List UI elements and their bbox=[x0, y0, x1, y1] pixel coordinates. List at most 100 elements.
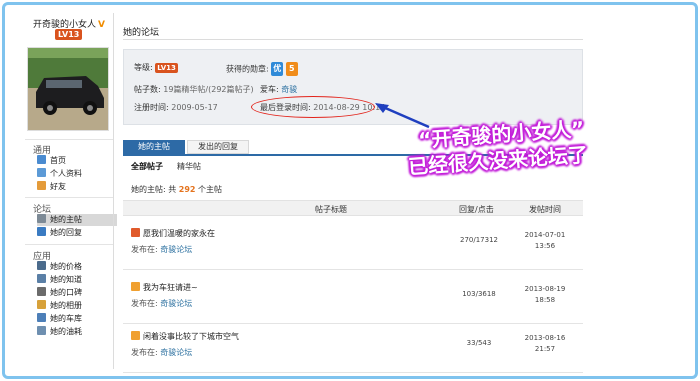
total-posts-count: (292篇帖子) bbox=[208, 85, 254, 94]
post-icon bbox=[131, 282, 140, 291]
excellent-medal-icon[interactable]: 优 bbox=[271, 62, 284, 76]
subtab-elite-posts[interactable]: 精华帖 bbox=[177, 161, 201, 172]
sidebar-item-profile[interactable]: 个人资料 bbox=[37, 168, 117, 180]
forum-link[interactable]: 奇骏论坛 bbox=[160, 299, 192, 308]
sidebar-item-label: 她的主帖 bbox=[50, 215, 82, 224]
sidebar-item-label: 她的车库 bbox=[50, 314, 82, 323]
post-date-time: 13:56 bbox=[534, 242, 556, 250]
car-link[interactable]: 奇骏 bbox=[281, 85, 297, 94]
post-date-day: 2013-08-16 bbox=[524, 334, 566, 342]
post-forum: 发布在: 奇骏论坛 bbox=[131, 298, 192, 309]
register-row: 注册时间: 2009-05-17 bbox=[134, 102, 218, 113]
post-title-text[interactable]: 愿我们温暖的家永在 bbox=[143, 229, 215, 238]
table-row: 闲着没事比较了下城市空气 发布在: 奇骏论坛 33/543 2013-08-16… bbox=[123, 319, 583, 373]
tab-my-posts[interactable]: 她的主帖 bbox=[123, 140, 185, 154]
posts-label: 帖子数: bbox=[134, 85, 161, 94]
sidebar-item-reputation[interactable]: 她的口碑 bbox=[37, 287, 117, 299]
column-header-date: 发帖时间 bbox=[529, 205, 561, 214]
post-title[interactable]: 我为车狂请进~ bbox=[131, 282, 198, 293]
sidebar-item-album[interactable]: 她的相册 bbox=[37, 300, 117, 312]
subtab-all-posts[interactable]: 全部帖子 bbox=[131, 161, 163, 172]
post-forum: 发布在: 奇骏论坛 bbox=[131, 244, 192, 255]
post-title-text[interactable]: 我为车狂请进~ bbox=[143, 283, 198, 292]
medals-row: 获得的勋章: 优 5 bbox=[226, 62, 298, 76]
sidebar-item-label: 好友 bbox=[50, 182, 66, 191]
post-date-day: 2014-07-01 bbox=[524, 231, 566, 239]
replies-icon bbox=[37, 227, 46, 236]
sidebar-separator bbox=[113, 13, 114, 369]
sidebar-item-my-replies[interactable]: 她的回复 bbox=[37, 227, 117, 239]
sidebar-item-label: 她的相册 bbox=[50, 301, 82, 310]
reputation-icon bbox=[37, 287, 46, 296]
posts-icon bbox=[37, 214, 46, 223]
sidebar: 开奇骏的小女人 V LV13 通用 首页 个人资料 好友 论坛 她的主帖 她的回复… bbox=[15, 11, 117, 373]
post-date-time: 18:58 bbox=[534, 296, 556, 304]
tab-sent-replies[interactable]: 发出的回复 bbox=[187, 140, 249, 154]
post-date-time: 21:57 bbox=[534, 345, 556, 353]
price-icon bbox=[37, 261, 46, 270]
register-label: 注册时间: bbox=[134, 103, 169, 112]
medals-label: 获得的勋章: bbox=[226, 64, 269, 74]
post-stats: 33/543 bbox=[466, 339, 492, 347]
sidebar-item-fuel[interactable]: 她的油耗 bbox=[37, 326, 117, 338]
post-count: 她的主帖: 共 292 个主帖 bbox=[131, 184, 222, 195]
post-date: 2014-07-01 13:56 bbox=[515, 230, 575, 252]
post-count-number: 292 bbox=[178, 185, 196, 194]
forum-link[interactable]: 奇骏论坛 bbox=[160, 245, 192, 254]
posted-in-label: 发布在: bbox=[131, 299, 158, 308]
post-count-suffix: 个主帖 bbox=[198, 185, 223, 194]
post-title[interactable]: 愿我们温暖的家永在 bbox=[131, 228, 215, 239]
home-icon bbox=[37, 155, 46, 164]
elite-posts-count[interactable]: 19篇精华帖/ bbox=[163, 85, 208, 94]
post-title[interactable]: 闲着没事比较了下城市空气 bbox=[131, 331, 239, 342]
column-header-title: 帖子标题 bbox=[315, 205, 347, 214]
page-title: 她的论坛 bbox=[123, 28, 160, 38]
post-stats: 103/3618 bbox=[462, 290, 496, 298]
posts-row: 帖子数: 19篇精华帖/(292篇帖子) bbox=[134, 84, 254, 95]
title-divider bbox=[123, 39, 583, 40]
post-stats: 270/17312 bbox=[460, 236, 498, 244]
car-row: 爱车: 奇骏 bbox=[260, 84, 297, 95]
hot-post-icon bbox=[131, 228, 140, 237]
highlight-ellipse bbox=[251, 96, 375, 118]
sidebar-divider bbox=[25, 244, 113, 245]
level-badge: LV13 bbox=[155, 63, 178, 73]
post-date-day: 2013-08-19 bbox=[524, 285, 566, 293]
sidebar-item-friends[interactable]: 好友 bbox=[37, 181, 117, 193]
level-label: 等级: bbox=[134, 63, 153, 72]
register-date: 2009-05-17 bbox=[171, 103, 218, 112]
sidebar-item-home[interactable]: 首页 bbox=[37, 155, 117, 167]
posted-in-label: 发布在: bbox=[131, 348, 158, 357]
album-icon bbox=[37, 300, 46, 309]
sidebar-item-price[interactable]: 她的价格 bbox=[37, 261, 117, 273]
friends-icon bbox=[37, 181, 46, 190]
five-year-medal-icon[interactable]: 5 bbox=[285, 62, 298, 76]
sidebar-item-label: 她的价格 bbox=[50, 262, 82, 271]
sidebar-item-my-posts[interactable]: 她的主帖 bbox=[37, 214, 117, 226]
forum-link[interactable]: 奇骏论坛 bbox=[160, 348, 192, 357]
post-icon bbox=[131, 331, 140, 340]
sidebar-item-label: 她的回复 bbox=[50, 228, 82, 237]
sidebar-item-label: 她的油耗 bbox=[50, 327, 82, 336]
sidebar-item-label: 首页 bbox=[50, 156, 66, 165]
post-forum: 发布在: 奇骏论坛 bbox=[131, 347, 192, 358]
vip-badge: V bbox=[98, 20, 105, 30]
car-label: 爱车: bbox=[260, 85, 279, 94]
table-row: 愿我们温暖的家永在 发布在: 奇骏论坛 270/17312 2014-07-01… bbox=[123, 216, 583, 270]
fuel-icon bbox=[37, 326, 46, 335]
avatar[interactable] bbox=[27, 47, 109, 131]
table-header: 帖子标题 回复/点击 发帖时间 bbox=[123, 200, 583, 216]
sidebar-item-knowledge[interactable]: 她的知道 bbox=[37, 274, 117, 286]
sidebar-item-label: 她的知道 bbox=[50, 275, 82, 284]
knowledge-icon bbox=[37, 274, 46, 283]
post-title-text[interactable]: 闲着没事比较了下城市空气 bbox=[143, 332, 239, 341]
level-row: 等级: LV13 bbox=[134, 62, 178, 73]
sidebar-divider bbox=[25, 197, 113, 198]
sidebar-item-garage[interactable]: 她的车库 bbox=[37, 313, 117, 325]
garage-icon bbox=[37, 313, 46, 322]
post-date: 2013-08-19 18:58 bbox=[515, 284, 575, 306]
posted-in-label: 发布在: bbox=[131, 245, 158, 254]
post-date: 2013-08-16 21:57 bbox=[515, 333, 575, 355]
page-frame: 开奇骏的小女人 V LV13 通用 首页 个人资料 好友 论坛 她的主帖 她的回复… bbox=[2, 2, 698, 379]
profile-icon bbox=[37, 168, 46, 177]
